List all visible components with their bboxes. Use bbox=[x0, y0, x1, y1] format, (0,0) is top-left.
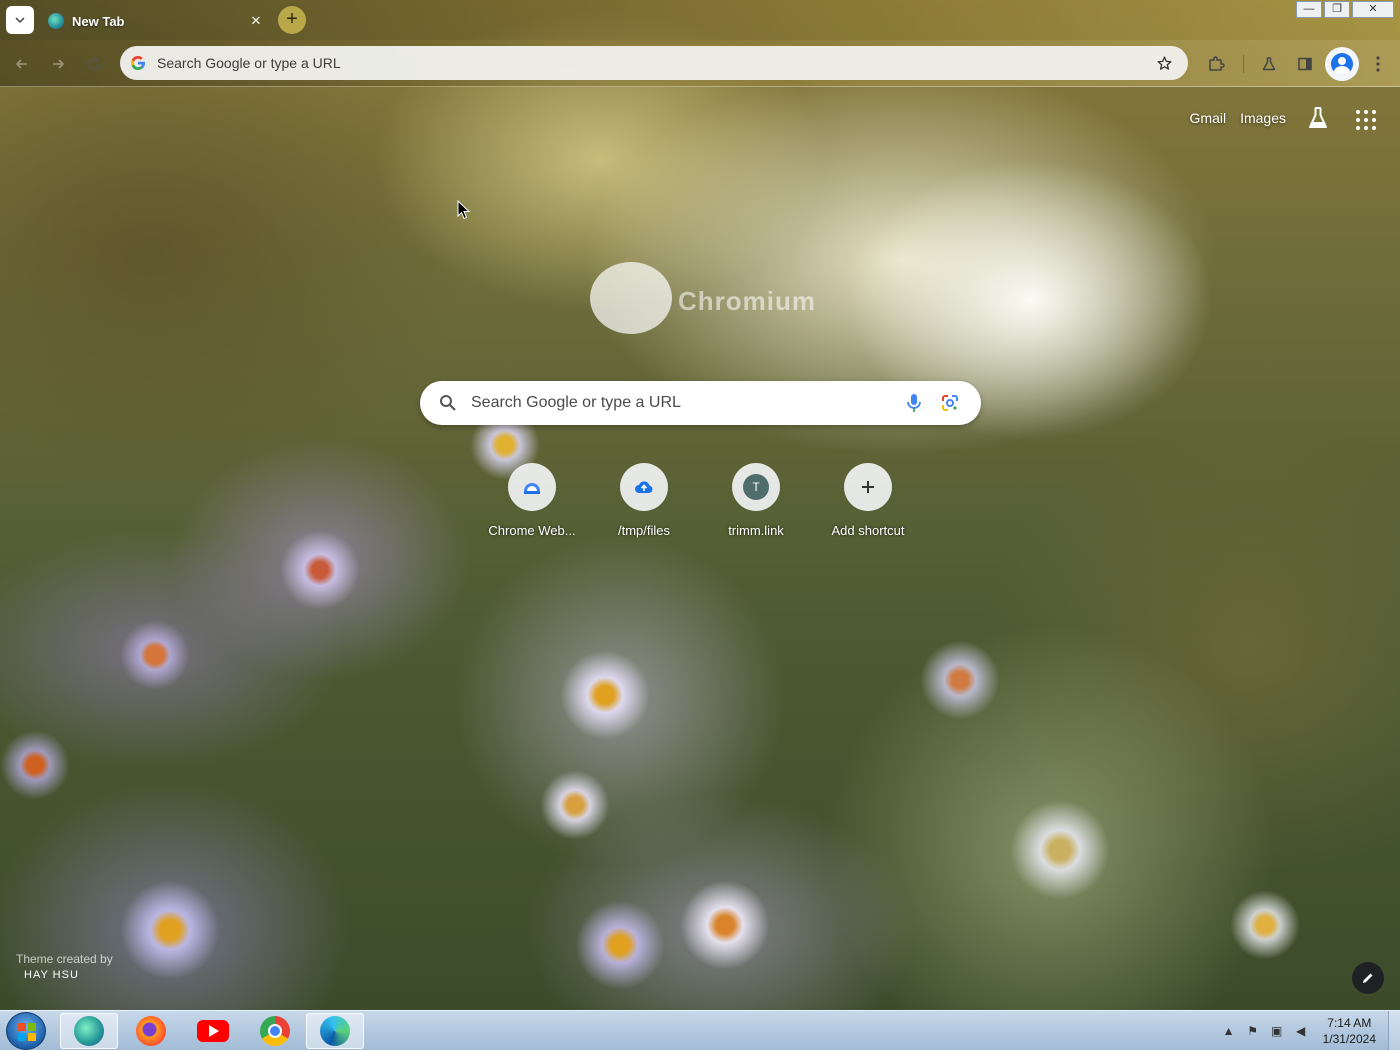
arrow-left-icon bbox=[15, 59, 27, 69]
shortcut-tmp-files[interactable]: /tmp/files bbox=[588, 459, 700, 571]
edge-app-icon bbox=[320, 1016, 350, 1046]
chromium-logo bbox=[590, 262, 672, 334]
more-menu-icon[interactable] bbox=[1367, 53, 1389, 75]
reload-icon bbox=[88, 58, 100, 70]
pencil-icon bbox=[1363, 973, 1373, 983]
labs-flask-icon[interactable] bbox=[1258, 53, 1280, 75]
chevron-down-icon bbox=[15, 17, 25, 24]
clock-time: 7:14 AM bbox=[1327, 1016, 1372, 1030]
close-window-button[interactable]: ✕ bbox=[1352, 1, 1394, 18]
letter-avatar-icon: T bbox=[743, 474, 769, 500]
google-apps-grid-icon[interactable] bbox=[1352, 104, 1380, 132]
chromium-favicon-icon bbox=[48, 13, 64, 29]
chrome-web-store-icon bbox=[524, 483, 540, 494]
taskbar-chrome[interactable] bbox=[246, 1013, 304, 1049]
theme-credit-author[interactable]: HAY HSU bbox=[24, 969, 113, 981]
network-icon[interactable]: ▣ bbox=[1269, 1023, 1285, 1039]
minimize-button[interactable]: — bbox=[1296, 1, 1322, 18]
firefox-app-icon bbox=[136, 1016, 166, 1046]
profile-avatar-button[interactable] bbox=[1325, 47, 1359, 81]
google-lens-icon[interactable] bbox=[940, 393, 960, 413]
shortcut-label: trimm.link bbox=[728, 523, 784, 538]
customize-chrome-button[interactable] bbox=[1352, 962, 1384, 994]
window-controls: — ❐ ✕ bbox=[1296, 1, 1394, 18]
windows-logo-icon bbox=[18, 1023, 36, 1041]
shortcut-label: Chrome Web... bbox=[488, 523, 576, 538]
extensions-puzzle-icon[interactable] bbox=[1205, 53, 1227, 75]
clock-date: 1/31/2024 bbox=[1322, 1032, 1376, 1046]
taskbar-chromium[interactable] bbox=[60, 1013, 118, 1049]
tab-close-icon[interactable]: ✕ bbox=[248, 13, 264, 29]
microphone-icon[interactable] bbox=[905, 393, 923, 413]
restore-button[interactable]: ❐ bbox=[1324, 1, 1350, 18]
tab-new-tab[interactable]: New Tab ✕ bbox=[40, 4, 270, 38]
tab-search-button[interactable] bbox=[6, 6, 34, 34]
chromium-app-icon bbox=[74, 1016, 104, 1046]
flag-icon[interactable]: ⚑ bbox=[1245, 1023, 1261, 1039]
add-shortcut-button[interactable]: Add shortcut bbox=[812, 459, 924, 571]
images-link[interactable]: Images bbox=[1240, 110, 1286, 126]
plus-icon bbox=[862, 481, 874, 493]
system-tray: ▲ ⚑ ▣ ◀ 7:14 AM 1/31/2024 bbox=[1221, 1011, 1400, 1050]
ntp-search-placeholder: Search Google or type a URL bbox=[471, 394, 681, 411]
back-button[interactable] bbox=[10, 52, 34, 76]
side-panel-icon[interactable] bbox=[1294, 53, 1316, 75]
search-icon bbox=[440, 395, 456, 411]
toolbar-divider bbox=[1243, 55, 1244, 73]
cloud-upload-icon bbox=[635, 481, 653, 493]
ntp-labs-flask-icon[interactable] bbox=[1304, 104, 1332, 132]
theme-credit-label: Theme created by bbox=[16, 952, 113, 966]
volume-muted-icon[interactable]: ◀ bbox=[1293, 1023, 1309, 1039]
show-desktop-button[interactable] bbox=[1388, 1011, 1400, 1050]
google-g-icon bbox=[131, 56, 145, 70]
taskbar-clock[interactable]: 7:14 AM 1/31/2024 bbox=[1323, 1015, 1376, 1047]
omnibox-placeholder: Search Google or type a URL bbox=[157, 55, 341, 71]
shortcut-label: /tmp/files bbox=[617, 523, 670, 538]
theme-credit: Theme created by HAY HSU bbox=[16, 952, 113, 981]
ntp-search-box[interactable]: Search Google or type a URL bbox=[420, 381, 981, 425]
shortcut-label: Add shortcut bbox=[831, 523, 905, 538]
gmail-link[interactable]: Gmail bbox=[1190, 110, 1227, 126]
arrow-right-icon bbox=[53, 59, 65, 69]
forward-button[interactable] bbox=[46, 52, 70, 76]
taskbar-edge[interactable] bbox=[306, 1013, 364, 1049]
browser-toolbar: Search Google or type a URL bbox=[0, 40, 1400, 87]
youtube-app-icon bbox=[197, 1020, 229, 1042]
shortcut-trimm-link[interactable]: T trimm.link bbox=[700, 459, 812, 571]
start-button[interactable] bbox=[6, 1012, 46, 1050]
chrome-app-icon bbox=[260, 1016, 290, 1046]
reload-button[interactable] bbox=[82, 52, 106, 76]
person-avatar-icon bbox=[1331, 53, 1353, 75]
browser-titlebar: New Tab ✕ + — ❐ ✕ bbox=[0, 0, 1400, 40]
ntp-header-links: Gmail Images bbox=[1190, 110, 1286, 126]
taskbar-youtube[interactable] bbox=[184, 1013, 242, 1049]
new-tab-button[interactable]: + bbox=[278, 6, 306, 34]
windows-taskbar: ▲ ⚑ ▣ ◀ 7:14 AM 1/31/2024 bbox=[0, 1010, 1400, 1050]
taskbar-firefox[interactable] bbox=[122, 1013, 180, 1049]
mouse-cursor-icon bbox=[457, 200, 471, 220]
omnibox[interactable]: Search Google or type a URL bbox=[120, 46, 1188, 80]
shortcuts-row: Chrome Web... /tmp/files T trimm.link Ad… bbox=[476, 459, 924, 571]
chevron-up-icon[interactable]: ▲ bbox=[1221, 1023, 1237, 1039]
shortcut-chrome-web-store[interactable]: Chrome Web... bbox=[476, 459, 588, 571]
bookmark-star-icon[interactable] bbox=[1154, 53, 1174, 73]
chromium-logo-text: Chromium bbox=[678, 286, 816, 316]
tab-title: New Tab bbox=[72, 13, 125, 29]
